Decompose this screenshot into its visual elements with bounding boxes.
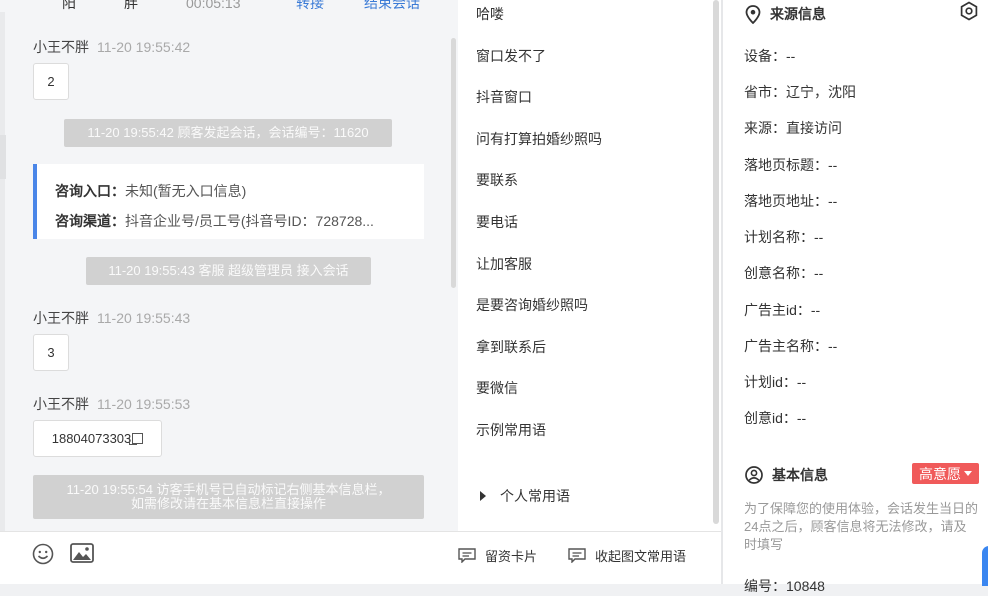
channel-row: 咨询渠道：抖音企业号/员工号(抖音号ID：728728... <box>55 213 374 229</box>
transfer-button[interactable]: 转接 <box>296 0 324 12</box>
message-icon <box>568 548 586 563</box>
field-province-city: 省市：辽宁，沈阳 <box>744 84 856 100</box>
user-icon <box>745 466 763 484</box>
basic-info-title: 基本信息 <box>772 467 828 483</box>
entry-row: 咨询入口：未知(暂无入口信息) <box>55 183 247 199</box>
intent-level-label: 高意愿 <box>919 465 961 482</box>
sender-name: 小王不胖 <box>33 310 89 326</box>
field-advertiser-name: 广告主名称：-- <box>744 338 838 354</box>
field-device: 设备：-- <box>744 48 796 64</box>
phone-number: 18804073303 <box>51 431 132 446</box>
auto-mark-line1: 11-20 19:55:54 访客手机号已自动标记右侧基本信息栏， <box>66 482 391 497</box>
chat-panel: 阳 胖 00:05:13 转接 结束会话 小王不胖 11-20 19:55:42 … <box>0 0 458 584</box>
phrase-item[interactable]: 要联系 <box>476 170 518 190</box>
copy-icon[interactable] <box>129 433 144 445</box>
image-icon[interactable] <box>70 543 94 563</box>
caret-down-icon <box>964 471 972 476</box>
auto-mark-line2: 如需修改请在基本信息栏直接操作 <box>130 496 326 511</box>
chat-header: 阳 胖 00:05:13 转接 结束会话 <box>0 0 458 12</box>
source-info-header: 来源信息 <box>745 4 826 24</box>
collapse-phrases-button[interactable]: 收起图文常用语 <box>568 546 686 565</box>
intent-level-dropdown[interactable]: 高意愿 <box>912 463 979 484</box>
message-sender: 小王不胖 11-20 19:55:42 <box>33 37 190 57</box>
message-time: 11-20 19:55:43 <box>97 310 191 326</box>
field-number: 编号：10848 <box>744 578 825 594</box>
field-plan-id: 计划id：-- <box>744 374 807 390</box>
card-icon <box>458 548 476 563</box>
phrase-item[interactable]: 示例常用语 <box>476 420 546 440</box>
system-message-auto-mark: 11-20 19:55:54 访客手机号已自动标记右侧基本信息栏， 如需修改请在… <box>33 475 424 519</box>
system-message-join: 11-20 19:55:43 客服 超级管理员 接入会话 <box>86 257 371 285</box>
message-sender: 小王不胖 11-20 19:55:53 <box>33 394 190 414</box>
edit-notice: 为了保障您的使用体验，会话发生当日的24点之后，顾客信息将无法修改，请及时填写 <box>744 501 979 552</box>
phrase-item[interactable]: 哈喽 <box>476 4 504 24</box>
personal-phrases-label: 个人常用语 <box>500 488 570 504</box>
location-pin-icon <box>745 4 761 24</box>
end-session-button[interactable]: 结束会话 <box>364 0 420 12</box>
basic-info-header: 基本信息 <box>745 465 828 485</box>
source-info-title: 来源信息 <box>770 6 826 22</box>
field-source: 来源：直接访问 <box>744 120 842 136</box>
lead-card-label: 留资卡片 <box>485 549 538 564</box>
floating-action-tab[interactable] <box>982 546 988 586</box>
field-advertiser-id: 广告主id：-- <box>744 302 821 318</box>
chat-toolbar <box>0 531 458 584</box>
phrase-item[interactable]: 拿到联系后 <box>476 337 546 357</box>
channel-value: 抖音企业号/员工号(抖音号ID：728728... <box>125 213 374 229</box>
phrase-item[interactable]: 是要咨询婚纱照吗 <box>476 295 588 315</box>
customer-info-panel: 来源信息 设备：-- 省市：辽宁，沈阳 来源：直接访问 落地页标题：-- 落地页… <box>723 0 988 594</box>
message-bubble: 3 <box>33 334 69 371</box>
collapse-phrases-label: 收起图文常用语 <box>595 549 687 564</box>
sender-name: 小王不胖 <box>33 39 89 55</box>
field-creative-name: 创意名称：-- <box>744 265 824 281</box>
field-plan-name: 计划名称：-- <box>744 229 824 245</box>
message-time: 11-20 19:55:42 <box>97 39 191 55</box>
message-time: 11-20 19:55:53 <box>97 396 191 412</box>
system-message-start: 11-20 19:55:42 顾客发起会话，会话编号：11620 <box>64 119 392 147</box>
caret-right-icon <box>480 491 486 501</box>
personal-phrases-toggle[interactable]: 个人常用语 <box>480 486 570 506</box>
settings-icon[interactable] <box>959 1 979 21</box>
session-timer: 00:05:13 <box>186 0 241 11</box>
chat-left-edge <box>0 0 5 584</box>
phrases-toolbar: 留资卡片 收起图文常用语 <box>458 531 721 584</box>
message-bubble: 2 <box>33 63 69 100</box>
phrase-item[interactable]: 抖音窗口 <box>476 87 532 107</box>
phrase-item[interactable]: 窗口发不了 <box>476 46 546 66</box>
phrase-item[interactable]: 问有打算拍婚纱照吗 <box>476 129 602 149</box>
customer-name-part2: 胖 <box>124 0 138 11</box>
customer-name-part1: 阳 <box>62 0 76 11</box>
field-creative-id: 创意id：-- <box>744 410 807 426</box>
message-sender: 小王不胖 11-20 19:55:43 <box>33 308 190 328</box>
consult-entry-card: 咨询入口：未知(暂无入口信息) 咨询渠道：抖音企业号/员工号(抖音号ID：728… <box>33 164 424 239</box>
lead-card-button[interactable]: 留资卡片 <box>458 546 537 565</box>
message-bubble-phone: 18804073303 <box>33 420 162 457</box>
common-phrases-panel: 哈喽 窗口发不了 抖音窗口 问有打算拍婚纱照吗 要联系 要电话 让加客服 是要咨… <box>458 0 721 584</box>
phrases-scrollbar[interactable] <box>713 0 719 524</box>
entry-value: 未知(暂无入口信息) <box>125 183 247 199</box>
chat-scrollbar[interactable] <box>451 38 456 288</box>
chat-left-marker <box>0 135 6 179</box>
phrase-item[interactable]: 让加客服 <box>476 254 532 274</box>
phrase-item[interactable]: 要电话 <box>476 212 518 232</box>
field-landing-url: 落地页地址：-- <box>744 193 838 209</box>
field-landing-title: 落地页标题：-- <box>744 157 838 173</box>
phrase-item[interactable]: 要微信 <box>476 378 518 398</box>
sender-name: 小王不胖 <box>33 396 89 412</box>
emoji-icon[interactable] <box>32 543 54 565</box>
